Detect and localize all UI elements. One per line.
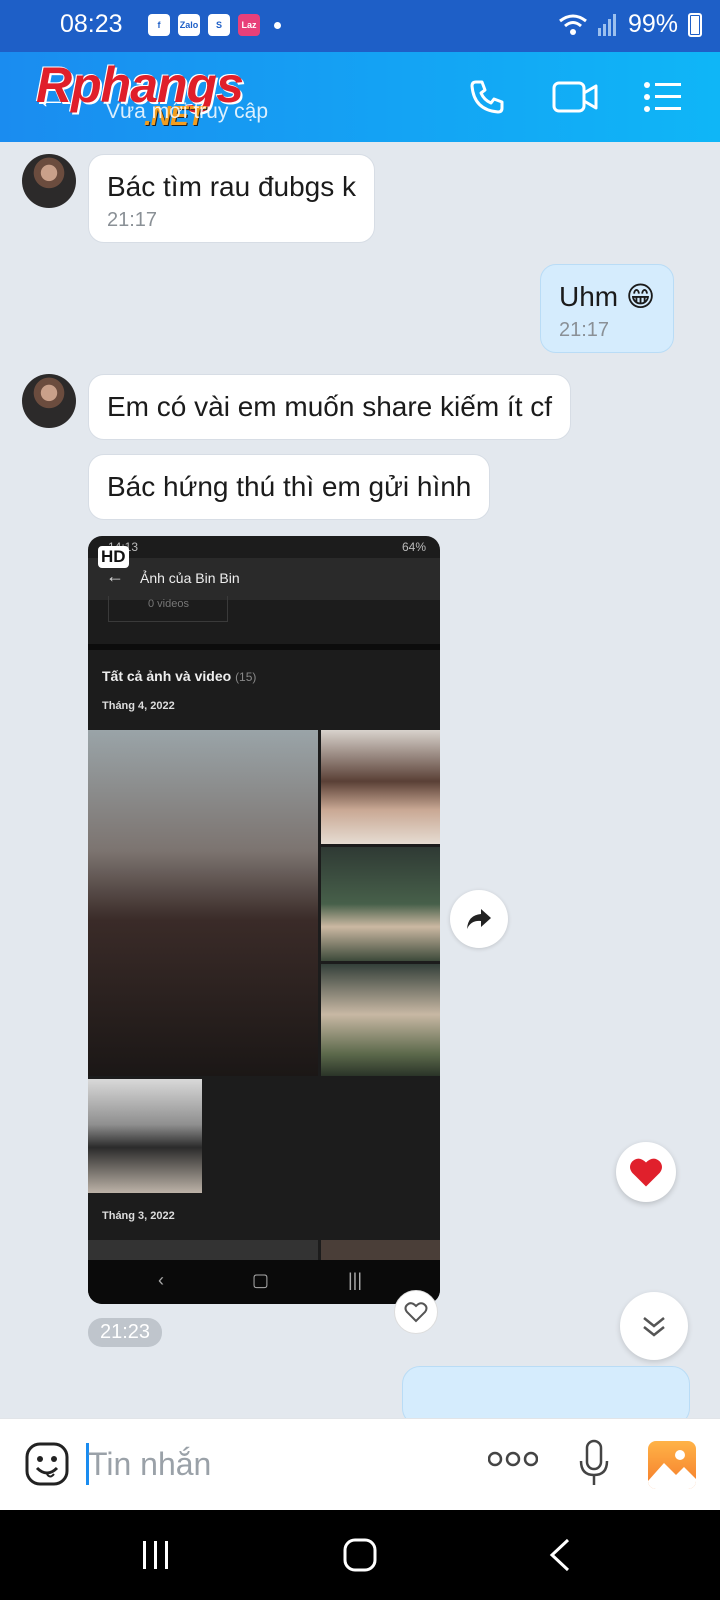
recent-apps-icon bbox=[143, 1541, 168, 1569]
more-dots-icon bbox=[487, 1451, 539, 1467]
message-text: Bác tìm rau đubgs k bbox=[107, 171, 357, 202]
wifi-icon bbox=[559, 14, 587, 35]
status-time: 08:23 bbox=[60, 10, 123, 38]
home-icon bbox=[343, 1538, 377, 1572]
message-input-bar bbox=[0, 1418, 720, 1510]
home-button[interactable] bbox=[330, 1530, 390, 1580]
inner-all-label: Tất cả ảnh và video (15) bbox=[102, 668, 256, 684]
video-camera-icon bbox=[552, 81, 598, 113]
back-chevron-icon bbox=[549, 1538, 570, 1572]
react-heart-button[interactable] bbox=[394, 1290, 438, 1334]
photo-thumbnail bbox=[321, 964, 440, 1076]
microphone-icon bbox=[579, 1439, 609, 1485]
zalo-icon: Zalo bbox=[178, 14, 200, 36]
message-text: Em có vài em muốn share kiếm ít cf bbox=[107, 391, 553, 422]
voice-message-button[interactable] bbox=[578, 1439, 610, 1492]
photo-thumbnail bbox=[321, 730, 440, 844]
message-bubble-received[interactable]: Em có vài em muốn share kiếm ít cf bbox=[88, 374, 572, 440]
zalo-label: Zalo bbox=[179, 20, 199, 30]
battery-percent: 99% bbox=[627, 10, 678, 38]
inner-videos: 0 videos bbox=[148, 598, 189, 610]
image-gallery-icon bbox=[648, 1450, 696, 1489]
inner-title: Ảnh của Bin Bin bbox=[140, 570, 240, 586]
image-time: 21:23 bbox=[88, 1318, 163, 1347]
quick-heart-button[interactable] bbox=[616, 1142, 676, 1202]
message-bubble-sent[interactable]: Uhm 😁 21:17 bbox=[540, 264, 675, 353]
message-field[interactable] bbox=[86, 1439, 456, 1489]
message-time: 21:17 bbox=[559, 319, 610, 341]
chat-header: ← Rphangs .NET Vừa mới truy cập bbox=[0, 52, 720, 142]
forward-button[interactable] bbox=[450, 890, 508, 948]
facebook-icon: f bbox=[148, 14, 170, 36]
message-input[interactable] bbox=[86, 1439, 456, 1489]
shopee-label: S bbox=[215, 20, 222, 30]
inner-all-text: Tất cả ảnh và video bbox=[102, 668, 232, 684]
message-time: 21:17 bbox=[107, 209, 158, 231]
battery-icon bbox=[688, 12, 702, 37]
last-seen-status: Vừa mới truy cập bbox=[106, 100, 269, 123]
back-button[interactable] bbox=[530, 1530, 590, 1580]
avatar[interactable] bbox=[22, 154, 76, 208]
voice-call-button[interactable] bbox=[464, 74, 510, 120]
notification-icons: f Zalo S Laz bbox=[148, 14, 281, 36]
shared-image[interactable]: 14:13 64% ← Ảnh của Bin Bin 0 videos Tất… bbox=[88, 536, 440, 1304]
shopee-icon: S bbox=[208, 14, 230, 36]
status-bar: 08:23 f Zalo S Laz 99% bbox=[0, 0, 720, 52]
facebook-label: f bbox=[157, 20, 161, 30]
chat-area[interactable]: Bác tìm rau đubgs k 21:17 Uhm 😁 21:17 Em… bbox=[0, 142, 720, 1418]
inner-battery: 64% bbox=[401, 540, 426, 554]
inner-divider bbox=[88, 644, 440, 650]
list-menu-icon bbox=[644, 82, 681, 112]
notification-dot-icon bbox=[274, 21, 281, 29]
emoji-icon bbox=[25, 1442, 69, 1486]
photo-thumbnail bbox=[88, 730, 318, 1076]
signal-icon bbox=[597, 13, 616, 36]
phone-icon bbox=[470, 80, 504, 114]
menu-button[interactable] bbox=[640, 74, 686, 120]
message-bubble-received[interactable]: Bác tìm rau đubgs k 21:17 bbox=[88, 154, 376, 243]
message-bubble-received[interactable]: Bác hứng thú thì em gửi hình bbox=[88, 454, 491, 520]
inner-back-icon: ← bbox=[106, 566, 124, 586]
photo-thumbnail bbox=[321, 847, 440, 961]
sticker-button[interactable] bbox=[24, 1441, 70, 1492]
message-bubble-sent[interactable] bbox=[402, 1366, 690, 1418]
hd-badge: HD bbox=[98, 546, 129, 568]
scroll-to-bottom-button[interactable] bbox=[620, 1292, 688, 1360]
inner-recent-nav-icon: ||| bbox=[348, 1270, 363, 1290]
message-text: Uhm 😁 bbox=[559, 281, 656, 312]
inner-home-nav-icon: ▢ bbox=[252, 1270, 270, 1290]
inner-nav-bar: ‹ ▢ ||| bbox=[88, 1260, 440, 1304]
recent-apps-button[interactable] bbox=[126, 1530, 186, 1580]
inner-month-label: Tháng 3, 2022 bbox=[102, 1210, 175, 1222]
gallery-button[interactable] bbox=[648, 1441, 696, 1489]
more-options-button[interactable] bbox=[487, 1449, 539, 1474]
status-right: 99% bbox=[558, 10, 702, 39]
inner-back-nav-icon: ‹ bbox=[158, 1270, 164, 1290]
heart-icon bbox=[630, 1158, 662, 1187]
photo-thumbnail bbox=[88, 1079, 202, 1193]
system-nav-bar bbox=[0, 1510, 720, 1600]
inner-status-bar: 14:13 64% bbox=[88, 536, 440, 558]
message-text: Bác hứng thú thì em gửi hình bbox=[107, 471, 472, 502]
video-call-button[interactable] bbox=[552, 74, 598, 120]
inner-month-label: Tháng 4, 2022 bbox=[102, 700, 175, 712]
heart-outline-icon bbox=[404, 1302, 428, 1323]
forward-arrow-icon bbox=[467, 909, 491, 929]
lazada-label: Laz bbox=[241, 20, 257, 30]
lazada-icon: Laz bbox=[238, 14, 260, 36]
avatar[interactable] bbox=[22, 374, 76, 428]
inner-all-count: (15) bbox=[235, 670, 257, 684]
double-chevron-down-icon bbox=[643, 1317, 665, 1337]
